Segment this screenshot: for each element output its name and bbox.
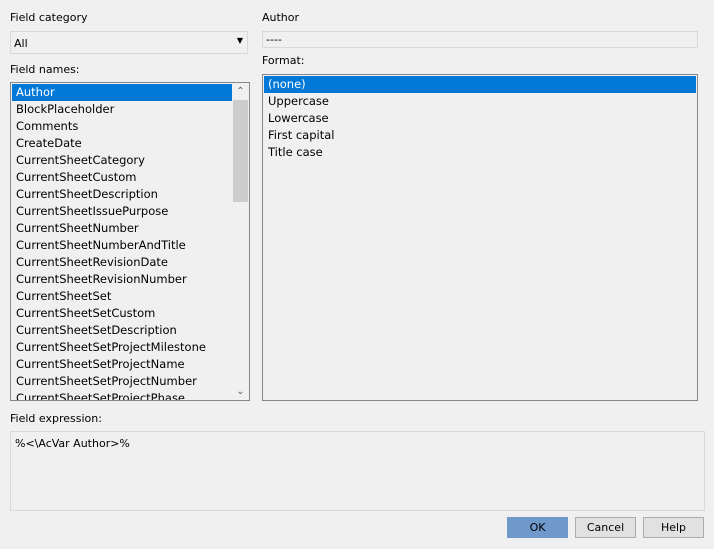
scroll-up-icon[interactable]: ⌃ (232, 83, 249, 100)
list-item[interactable]: First capital (264, 127, 696, 144)
list-item[interactable]: CurrentSheetCustom (12, 169, 232, 186)
scrollbar[interactable]: ⌃ ⌄ (232, 83, 249, 400)
field-expression-label: Field expression: (10, 412, 102, 425)
format-label: Format: (262, 54, 305, 67)
value-text: ---- (266, 33, 282, 46)
list-item[interactable]: CurrentSheetSet (12, 288, 232, 305)
value-label: Author (262, 11, 300, 24)
list-item[interactable]: CurrentSheetSetProjectNumber (12, 373, 232, 390)
list-item[interactable]: Uppercase (264, 93, 696, 110)
field-category-dropdown[interactable]: All ▼ (10, 31, 248, 54)
field-expression-text: %<\AcVar Author>% (15, 437, 130, 450)
list-item[interactable]: CurrentSheetSetProjectPhase (12, 390, 232, 400)
list-item[interactable]: Title case (264, 144, 696, 161)
list-item[interactable]: Comments (12, 118, 232, 135)
scrollbar-thumb[interactable] (233, 100, 248, 202)
list-item[interactable]: CurrentSheetSetDescription (12, 322, 232, 339)
list-item[interactable]: CurrentSheetSetCustom (12, 305, 232, 322)
field-names-list[interactable]: Author BlockPlaceholder Comments CreateDate… (10, 82, 250, 401)
chevron-down-icon: ▼ (236, 36, 243, 45)
list-item[interactable]: Author (12, 84, 232, 101)
list-item[interactable]: CurrentSheetIssuePurpose (12, 203, 232, 220)
field-category-label: Field category (10, 11, 88, 24)
field-expression-box[interactable]: %<\AcVar Author>% (10, 431, 705, 511)
list-item[interactable]: BlockPlaceholder (12, 101, 232, 118)
list-item[interactable]: CreateDate (12, 135, 232, 152)
list-item[interactable]: CurrentSheetDescription (12, 186, 232, 203)
list-item[interactable]: CurrentSheetRevisionDate (12, 254, 232, 271)
list-item[interactable]: CurrentSheetCategory (12, 152, 232, 169)
scroll-down-icon[interactable]: ⌄ (232, 383, 249, 400)
list-item[interactable]: CurrentSheetNumber (12, 220, 232, 237)
field-category-value: All (14, 37, 28, 50)
list-item[interactable]: Lowercase (264, 110, 696, 127)
list-item[interactable]: (none) (264, 76, 696, 93)
format-list[interactable]: (none) Uppercase Lowercase First capital Tit… (262, 74, 698, 401)
list-item[interactable]: CurrentSheetSetProjectName (12, 356, 232, 373)
ok-button[interactable]: OK (507, 517, 568, 538)
value-field: ---- (262, 31, 698, 48)
help-button[interactable]: Help (643, 517, 704, 538)
field-names-label: Field names: (10, 63, 80, 76)
cancel-button[interactable]: Cancel (575, 517, 636, 538)
list-item[interactable]: CurrentSheetNumberAndTitle (12, 237, 232, 254)
list-item[interactable]: CurrentSheetSetProjectMilestone (12, 339, 232, 356)
list-item[interactable]: CurrentSheetRevisionNumber (12, 271, 232, 288)
